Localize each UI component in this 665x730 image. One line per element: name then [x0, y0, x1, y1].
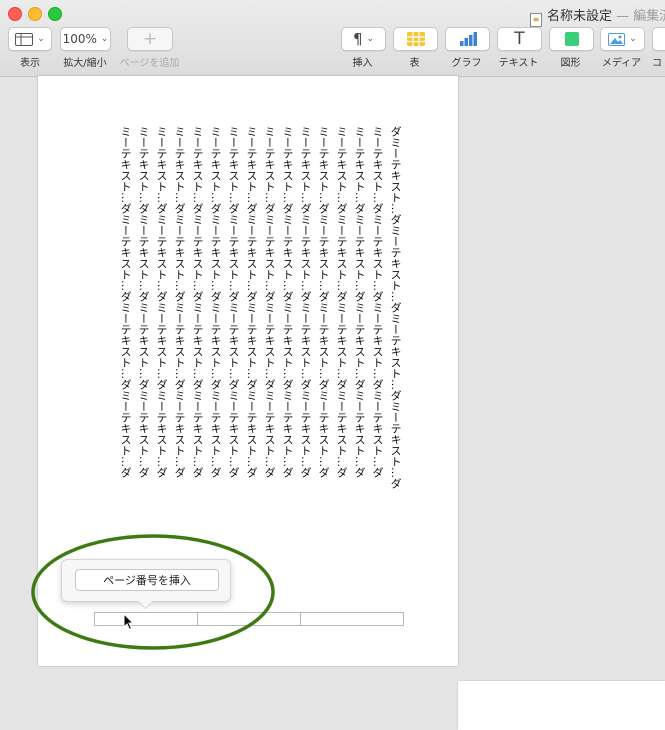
mouse-pointer-icon [123, 613, 135, 631]
highlight-ellipse [31, 534, 275, 650]
annotation-overlay [31, 534, 275, 650]
